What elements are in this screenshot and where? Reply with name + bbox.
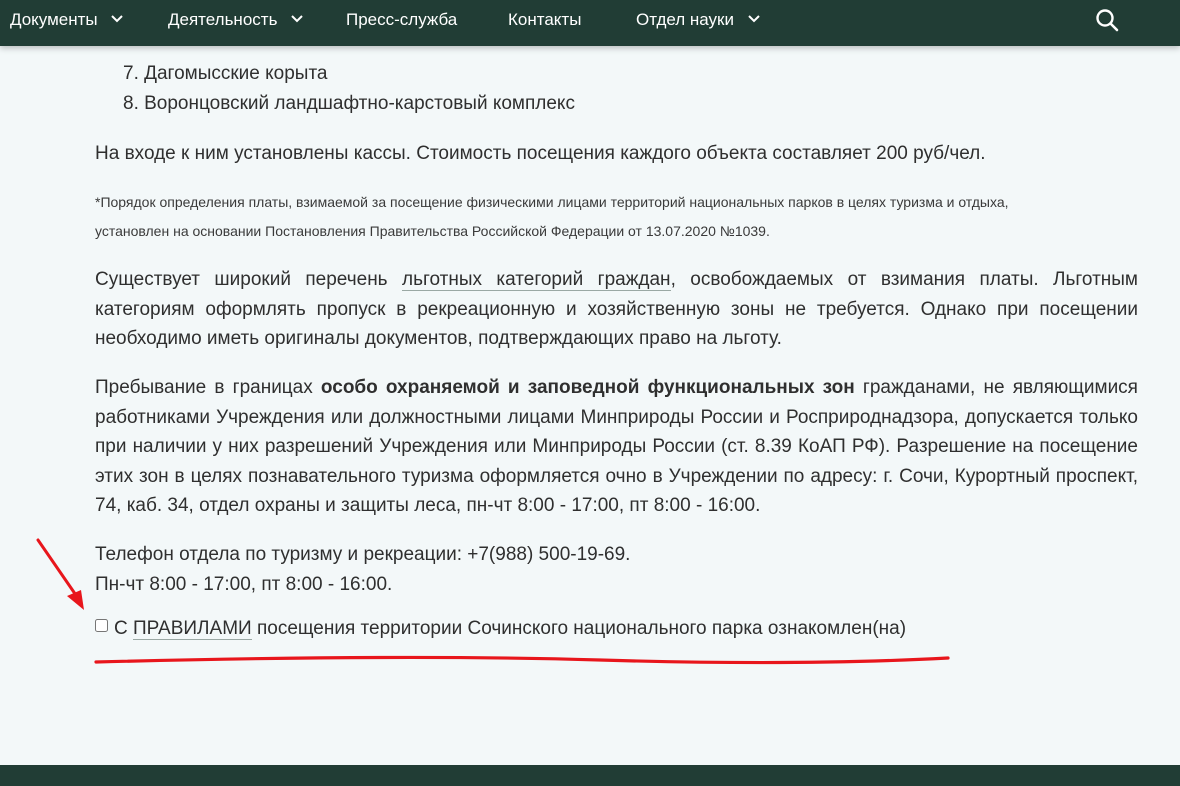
nav-item-documents[interactable]: Документы xyxy=(10,0,124,40)
nav-item-activity[interactable]: Деятельность xyxy=(168,0,304,40)
annotation-arrow xyxy=(36,538,82,603)
nav-item-label: Документы xyxy=(10,10,98,29)
agreement-text: С xyxy=(114,618,133,639)
search-icon[interactable] xyxy=(1094,7,1120,33)
annotation-underline xyxy=(94,655,950,665)
rules-link[interactable]: ПРАВИЛАМИ xyxy=(133,618,252,640)
fee-note-line: установлен на основании Постановления Пр… xyxy=(95,223,770,239)
agreement-checkbox[interactable] xyxy=(95,619,108,632)
top-navigation: Документы Деятельность Пресс-служба Конт… xyxy=(0,0,1180,46)
list-item: 8. Воронцовский ландшафтно-карстовый ком… xyxy=(123,93,575,114)
hours-line: Пн-чт 8:00 - 17:00, пт 8:00 - 16:00. xyxy=(95,573,393,595)
nav-item-science[interactable]: Отдел науки xyxy=(636,0,761,40)
benefits-text: Существует широкий перечень xyxy=(95,269,402,290)
agreement-text: посещения территории Сочинского национал… xyxy=(251,618,907,639)
nav-item-label: Отдел науки xyxy=(636,10,734,29)
fee-note: *Порядок определения платы, взимаемой за… xyxy=(95,188,1138,246)
nav-item-press[interactable]: Пресс-служба xyxy=(346,0,457,40)
benefit-categories-link[interactable]: льготных категорий граждан xyxy=(402,269,671,291)
protected-text: Пребывание в границах xyxy=(95,377,321,398)
fee-note-line: *Порядок определения платы, взимаемой за… xyxy=(95,194,1009,210)
phone-line: Телефон отдела по туризму и рекреации: +… xyxy=(95,544,631,565)
chevron-down-icon xyxy=(111,14,124,22)
chevron-down-icon xyxy=(748,14,760,22)
protected-zones-bold: особо охраняемой и заповедной функционал… xyxy=(320,377,855,398)
annotation-arrowhead xyxy=(67,590,84,610)
contacts-block: Телефон отдела по туризму и рекреации: +… xyxy=(95,540,1138,599)
chevron-down-icon xyxy=(291,14,303,22)
agreement-row: С ПРАВИЛАМИ посещения территории Сочинск… xyxy=(95,618,906,648)
nav-item-contacts[interactable]: Контакты xyxy=(508,0,581,40)
cashier-paragraph: На входе к ним установлены кассы. Стоимо… xyxy=(95,143,986,164)
nav-item-label: Контакты xyxy=(508,10,582,29)
list-item: 7. Дагомысские корыта xyxy=(123,63,328,84)
benefits-paragraph: Существует широкий перечень льготных кат… xyxy=(95,265,1138,354)
nav-item-label: Деятельность xyxy=(168,10,278,29)
nav-item-label: Пресс-служба xyxy=(346,10,458,29)
protected-zones-paragraph: Пребывание в границах особо охраняемой и… xyxy=(95,373,1138,521)
footer-bar xyxy=(0,765,1180,786)
